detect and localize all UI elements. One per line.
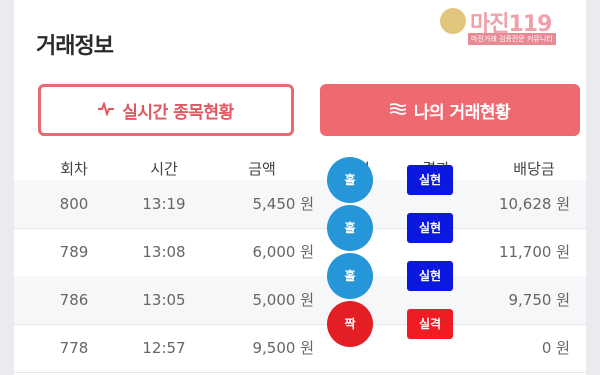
watermark-tagline: 마진거래 검증전문 커뮤니티: [468, 33, 556, 45]
amount-cell: 6,000 원: [252, 243, 314, 261]
emblem-icon: [440, 8, 466, 34]
payout-cell: 0 원: [541, 339, 570, 357]
my-trades-label: 나의 거래현황: [413, 102, 511, 123]
table-row[interactable]: 800 13:19 5,450 원 홀 실현 10,628 원: [14, 157, 586, 229]
live-status-button[interactable]: 실시간 종목현황: [38, 84, 294, 136]
round-cell: 789: [59, 243, 89, 261]
time-cell: 13:19: [142, 195, 186, 213]
pick-badge: 홀: [327, 157, 373, 203]
payout-cell: 10,628 원: [498, 195, 570, 213]
pulse-icon: [98, 100, 115, 120]
pick-badge: 홀: [327, 253, 373, 299]
watermark-logo: 마진119 마진거래 검증전문 커뮤니티: [440, 6, 580, 45]
header-payout: 배당금: [513, 160, 555, 178]
result-badge: 실격: [407, 309, 453, 339]
amount-cell: 9,500 원: [252, 339, 314, 357]
round-cell: 786: [59, 291, 89, 309]
payout-cell: 11,700 원: [498, 243, 570, 261]
header-round: 회차: [60, 160, 88, 178]
trade-info-card: 거래정보 마진119 마진거래 검증전문 커뮤니티 실시간 종목현황 나의 거래…: [14, 0, 586, 375]
time-cell: 12:57: [142, 339, 186, 357]
amount-cell: 5,450 원: [252, 195, 314, 213]
round-cell: 800: [59, 195, 89, 213]
header-amount: 금액: [248, 160, 276, 178]
table-row[interactable]: 789 13:08 6,000 원 홀 실현 11,700 원: [14, 205, 586, 277]
my-trades-button[interactable]: 나의 거래현황: [320, 84, 580, 136]
time-cell: 13:08: [142, 243, 186, 261]
header-time: 시간: [150, 160, 178, 178]
pick-badge: 짝: [327, 301, 373, 347]
round-cell: 778: [59, 339, 89, 357]
result-badge: 실현: [407, 261, 453, 291]
page-title: 거래정보: [36, 34, 114, 59]
amount-cell: 5,000 원: [252, 291, 314, 309]
waves-icon: [389, 101, 407, 120]
payout-cell: 9,750 원: [508, 291, 570, 309]
result-badge: 실현: [407, 165, 453, 195]
live-status-label: 실시간 종목현황: [122, 102, 234, 123]
pick-badge: 홀: [327, 205, 373, 251]
result-badge: 실현: [407, 213, 453, 243]
table-row[interactable]: 786 13:05 5,000 원 홀 실현 9,750 원: [14, 253, 586, 325]
table-row[interactable]: 778 12:57 9,500 원 짝 실격 0 원: [14, 301, 586, 373]
time-cell: 13:05: [142, 291, 186, 309]
